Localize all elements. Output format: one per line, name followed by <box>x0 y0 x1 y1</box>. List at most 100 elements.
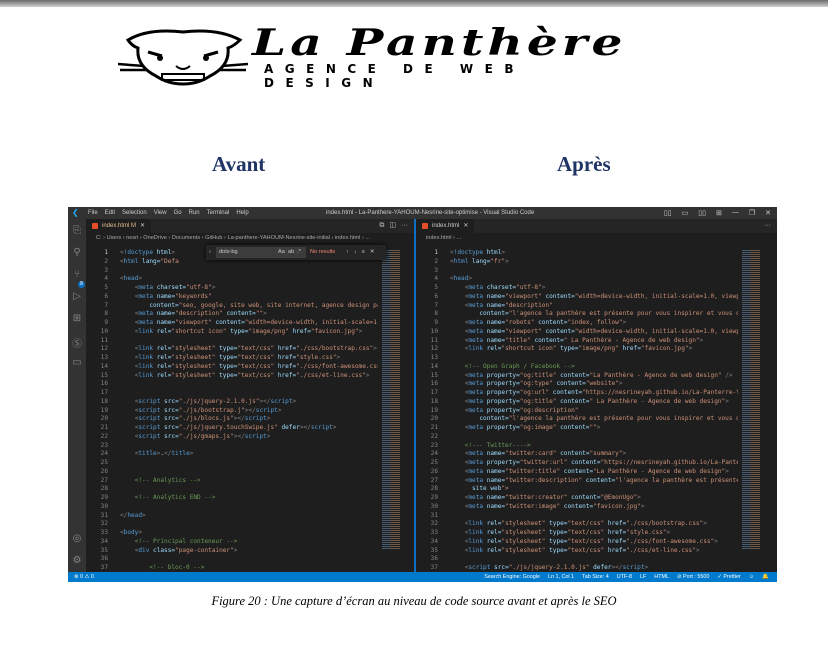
code-line[interactable]: 10 <meta name="viewport" content="width=… <box>416 328 738 337</box>
code-line[interactable]: 23 <!--- Twitter----> <box>416 442 738 451</box>
settings-icon[interactable]: ⚙ <box>71 555 83 566</box>
find-nav-button[interactable]: ✕ <box>370 247 375 258</box>
code-line[interactable]: 32 <box>86 520 378 529</box>
code-line[interactable]: 30 <meta name="twitter:image" content="f… <box>416 503 738 512</box>
code-line[interactable]: 13 <link rel="stylesheet" type="text/css… <box>86 354 378 363</box>
code-line[interactable]: 34 <link rel="stylesheet" type="text/css… <box>416 538 738 547</box>
find-option-toggle[interactable]: Aa <box>278 247 285 258</box>
code-line[interactable]: 29 <!-- Analytics END --> <box>86 494 378 503</box>
close-icon[interactable]: ✕ <box>463 223 468 229</box>
code-line[interactable]: 31 </head> <box>86 512 378 521</box>
code-line[interactable]: 7 <meta name="description" <box>416 302 738 311</box>
code-line[interactable]: 17 <box>86 389 378 398</box>
extensions-icon[interactable]: ⊞ <box>71 313 83 324</box>
code-line[interactable]: 8 <meta name="description" content=""> <box>86 310 378 319</box>
source-control-icon[interactable]: ⑂ <box>71 269 83 280</box>
code-line[interactable]: 7 content="seo, google, site web, site i… <box>86 302 378 311</box>
menu-item[interactable]: Selection <box>122 210 147 216</box>
code-line[interactable]: 26 <box>86 468 378 477</box>
code-line[interactable]: 24 <title>.</title> <box>86 450 378 459</box>
status-item[interactable]: ⊘ Port : 5500 <box>677 572 709 582</box>
code-line[interactable]: 20 <script src="./js/blocs.js"></script> <box>86 415 378 424</box>
menu-item[interactable]: Terminal <box>207 210 230 216</box>
minimap[interactable] <box>382 249 410 549</box>
status-item[interactable]: ☺ <box>749 572 755 582</box>
split-editor-icon[interactable]: ◫ <box>389 219 396 233</box>
status-item[interactable]: LF <box>640 572 646 582</box>
code-line[interactable]: 11 <meta name="title" content=" La Panth… <box>416 337 738 346</box>
find-option-toggle[interactable]: ab <box>288 247 294 258</box>
code-line[interactable]: 25 <box>86 459 378 468</box>
find-option-toggle[interactable]: .* <box>297 247 301 258</box>
tab-index-modified[interactable]: index.html M ✕ <box>86 219 152 233</box>
code-line[interactable]: 19 <script src="./js/bootstrap.j"></scri… <box>86 407 378 416</box>
code-line[interactable]: 33 <body> <box>86 529 378 538</box>
code-line[interactable]: 11 <box>86 337 378 346</box>
code-line[interactable]: 15 <link rel="stylesheet" type="text/css… <box>86 372 378 381</box>
code-line[interactable]: 9 <meta name="viewport" content="width=d… <box>86 319 378 328</box>
compare-icon[interactable]: ⧉ <box>379 219 384 233</box>
code-line[interactable]: 12 <link rel="shortcut icon" type="image… <box>416 345 738 354</box>
code-line[interactable]: 22 <script src="./js/gmaps.js"></script> <box>86 433 378 442</box>
menu-item[interactable]: Edit <box>105 210 115 216</box>
menu-item[interactable]: File <box>88 210 98 216</box>
code-line[interactable]: 8 content="l'agence la panthère est prés… <box>416 310 738 319</box>
code-line[interactable]: 27 <!-- Analytics --> <box>86 477 378 486</box>
code-line[interactable]: 22 <box>416 433 738 442</box>
code-line[interactable]: 12 <link rel="stylesheet" type="text/css… <box>86 345 378 354</box>
code-line[interactable]: 35 <link rel="stylesheet" type="text/css… <box>416 547 738 556</box>
find-nav-button[interactable]: ≡ <box>362 247 365 258</box>
code-line[interactable]: 35 <div class="page-container"> <box>86 547 378 556</box>
code-line[interactable]: 10 <link rel="shortcut icon" type="image… <box>86 328 378 337</box>
code-line[interactable]: 24 <meta name="twitter:card" content="su… <box>416 450 738 459</box>
window-control[interactable]: ⊞ <box>716 209 722 217</box>
run-debug-icon[interactable]: ▷ <box>71 291 83 302</box>
code-line[interactable]: 5 <meta charset="utf-8"> <box>86 284 378 293</box>
code-line[interactable]: 28 site web"> <box>416 485 738 494</box>
code-line[interactable]: 2 <html lang="fr"> <box>416 258 738 267</box>
close-icon[interactable]: ✕ <box>140 223 145 229</box>
code-line[interactable]: 33 <link rel="stylesheet" type="text/css… <box>416 529 738 538</box>
code-line[interactable]: 17 <meta property="og:url" content="http… <box>416 389 738 398</box>
status-item[interactable]: 🔔 <box>762 572 769 582</box>
code-line[interactable]: 36 <box>416 555 738 564</box>
more-icon[interactable]: ··· <box>764 219 771 233</box>
account-icon[interactable]: ◎ <box>71 533 83 544</box>
code-line[interactable]: 21 <meta property="og:image" content=""> <box>416 424 738 433</box>
code-line[interactable]: 37 <!-- bloc-0 --> <box>86 564 378 572</box>
menu-item[interactable]: Go <box>174 210 182 216</box>
status-item[interactable]: Tab Size: 4 <box>582 572 609 582</box>
code-line[interactable]: 37 <script src="./js/jquery-2.1.0.js" de… <box>416 564 738 572</box>
code-line[interactable]: 32 <link rel="stylesheet" type="text/css… <box>416 520 738 529</box>
code-line[interactable]: 1 <!doctype html> <box>416 249 738 258</box>
code-line[interactable]: 19 <meta property="og:description" <box>416 407 738 416</box>
code-line[interactable]: 4 <head> <box>416 275 738 284</box>
code-line[interactable]: 13 <box>416 354 738 363</box>
breadcrumb[interactable]: index.html › ... <box>416 233 777 244</box>
code-line[interactable]: 3 <box>416 267 738 276</box>
status-item[interactable]: ✓ Prettier <box>717 572 740 582</box>
code-editor[interactable]: 1 <!doctype html> 2 <html lang="Defa 3 4 <head… <box>86 249 378 572</box>
code-line[interactable]: 3 <box>86 267 378 276</box>
code-line[interactable]: 4 <head> <box>86 275 378 284</box>
tab-index[interactable]: index.html ✕ <box>416 219 475 233</box>
window-control[interactable]: ▯▯ <box>698 209 706 217</box>
explorer-icon[interactable]: ⎘ <box>71 225 83 236</box>
code-line[interactable]: 16 <meta property="og:type" content="web… <box>416 380 738 389</box>
code-line[interactable]: 21 <script src="./js/jquery.touchSwipe.j… <box>86 424 378 433</box>
code-line[interactable]: 16 <box>86 380 378 389</box>
minimap[interactable] <box>742 249 770 549</box>
code-line[interactable]: 18 <script src="./js/jquery-2.1.0.js"></… <box>86 398 378 407</box>
code-line[interactable]: 20 content="l'agence la panthère est pré… <box>416 415 738 424</box>
code-line[interactable]: 14 <!-- Open Graph / Facebook --> <box>416 363 738 372</box>
breadcrumb[interactable]: C: › Users › nesri › OneDrive › Document… <box>86 233 414 244</box>
code-line[interactable]: 23 <box>86 442 378 451</box>
s-icon[interactable]: Ⓢ <box>71 335 83 350</box>
status-item[interactable]: Ln 1, Col 1 <box>548 572 574 582</box>
menu-item[interactable]: Help <box>236 210 248 216</box>
code-line[interactable]: 5 <meta charset="utf-8"> <box>416 284 738 293</box>
find-nav-button[interactable]: ↓ <box>354 247 357 258</box>
code-line[interactable]: 9 <meta name="robots" content="index, fo… <box>416 319 738 328</box>
code-line[interactable]: 25 <meta property="twitter:url" content=… <box>416 459 738 468</box>
status-item[interactable]: HTML <box>654 572 669 582</box>
